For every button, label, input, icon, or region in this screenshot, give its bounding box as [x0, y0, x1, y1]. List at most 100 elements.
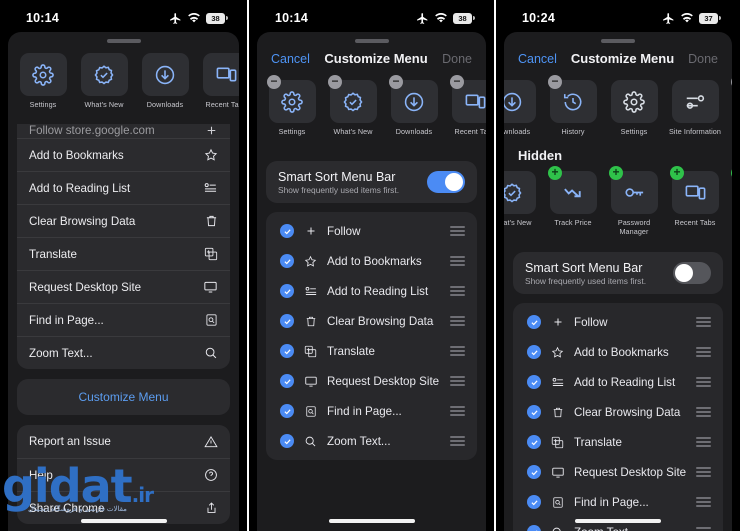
icon-cell-downloads[interactable]: Downloads	[139, 53, 191, 118]
icon-cell-downloads[interactable]: − Downloads	[504, 80, 538, 136]
icon-cell-reading-list[interactable]: + Reading List	[730, 166, 732, 236]
remove-badge-icon[interactable]: −	[731, 75, 732, 89]
zoom-text-icon	[303, 435, 318, 448]
add-badge-icon[interactable]: +	[609, 166, 623, 180]
icon-cell-recent-tabs[interactable]: − Recent Tabs	[449, 75, 486, 145]
add-badge-icon[interactable]: +	[731, 166, 732, 180]
smart-sort-toggle[interactable]	[673, 262, 711, 284]
menu-row-add-bookmarks[interactable]: Add to Bookmarks	[17, 138, 230, 171]
icon-cell-whats-new[interactable]: What's New	[504, 171, 538, 236]
icon-label: Settings	[620, 127, 648, 136]
drag-handle-icon[interactable]	[450, 256, 465, 266]
menu-row-follow[interactable]: Follow store.google.com	[17, 124, 230, 138]
icon-cell-settings[interactable]: Settings	[17, 53, 69, 118]
cancel-button[interactable]: Cancel	[271, 52, 310, 66]
drag-handle-icon[interactable]	[696, 437, 711, 447]
menu-row-translate[interactable]: Translate	[17, 237, 230, 270]
drag-handle-icon[interactable]	[696, 467, 711, 477]
list-item[interactable]: Add to Reading List	[513, 367, 723, 397]
checkbox-checked-icon[interactable]	[280, 404, 294, 418]
drag-handle-icon[interactable]	[696, 407, 711, 417]
icon-cell-whats-new[interactable]: − What's New	[327, 75, 379, 145]
icon-cell-site-information[interactable]: Site Information	[669, 80, 721, 136]
checkbox-checked-icon[interactable]	[527, 315, 541, 329]
list-item-label: Zoom Text...	[574, 526, 687, 531]
list-item[interactable]: Add to Bookmarks	[266, 246, 477, 276]
list-item[interactable]: Zoom Text...	[266, 426, 477, 456]
icon-cell-password-manager[interactable]: + Password Manager	[608, 166, 660, 236]
remove-badge-icon[interactable]: −	[328, 75, 342, 89]
checkbox-checked-icon[interactable]	[280, 374, 294, 388]
remove-badge-icon[interactable]: −	[389, 75, 403, 89]
translate-icon	[550, 436, 565, 449]
icon-cell-bookmarks[interactable]: − Bookmarks	[730, 75, 732, 136]
airplane-icon	[170, 12, 181, 24]
drag-handle-icon[interactable]	[450, 346, 465, 356]
icon-cell-downloads[interactable]: − Downloads	[388, 75, 440, 145]
icon-cell-track-price[interactable]: + Track Price	[547, 166, 599, 236]
drag-handle-icon[interactable]	[696, 377, 711, 387]
smart-sort-title: Smart Sort Menu Bar	[278, 169, 396, 184]
icon-cell-settings[interactable]: − Settings	[266, 75, 318, 145]
checkbox-checked-icon[interactable]	[527, 465, 541, 479]
remove-badge-icon[interactable]: −	[548, 75, 562, 89]
menu-row-report-issue[interactable]: Report an Issue	[17, 425, 230, 458]
checkbox-checked-icon[interactable]	[280, 254, 294, 268]
checkbox-checked-icon[interactable]	[280, 284, 294, 298]
menu-row-find-in-page[interactable]: Find in Page...	[17, 303, 230, 336]
smart-sort-toggle[interactable]	[427, 171, 465, 193]
list-item[interactable]: Find in Page...	[266, 396, 477, 426]
menu-row-clear-browsing-data[interactable]: Clear Browsing Data	[17, 204, 230, 237]
cancel-button[interactable]: Cancel	[518, 52, 557, 66]
remove-badge-icon[interactable]: −	[450, 75, 464, 89]
list-item[interactable]: Add to Bookmarks	[513, 337, 723, 367]
icon-cell-settings[interactable]: Settings	[608, 80, 660, 136]
remove-badge-icon[interactable]: −	[267, 75, 281, 89]
menu-row-zoom-text[interactable]: Zoom Text...	[17, 336, 230, 369]
checkbox-checked-icon[interactable]	[527, 375, 541, 389]
drag-handle-icon[interactable]	[450, 316, 465, 326]
menu-row-add-reading-list[interactable]: Add to Reading List	[17, 171, 230, 204]
checkbox-checked-icon[interactable]	[280, 434, 294, 448]
checkbox-checked-icon[interactable]	[280, 314, 294, 328]
drag-handle-icon[interactable]	[696, 527, 711, 531]
list-item[interactable]: Clear Browsing Data	[266, 306, 477, 336]
done-button[interactable]: Done	[442, 52, 472, 66]
drag-handle-icon[interactable]	[696, 497, 711, 507]
list-item[interactable]: Follow	[266, 216, 477, 246]
list-item[interactable]: Request Desktop Site	[513, 457, 723, 487]
checkbox-checked-icon[interactable]	[280, 344, 294, 358]
checkbox-checked-icon[interactable]	[527, 345, 541, 359]
add-badge-icon[interactable]: +	[670, 166, 684, 180]
list-item[interactable]: Find in Page...	[513, 487, 723, 517]
list-item[interactable]: Translate	[266, 336, 477, 366]
list-item[interactable]: Clear Browsing Data	[513, 397, 723, 427]
checkbox-checked-icon[interactable]	[527, 525, 541, 531]
drag-handle-icon[interactable]	[450, 376, 465, 386]
drag-handle-icon[interactable]	[450, 226, 465, 236]
list-item[interactable]: Request Desktop Site	[266, 366, 477, 396]
list-item[interactable]: Add to Reading List	[266, 276, 477, 306]
status-indicators: 37	[662, 12, 721, 25]
menu-row-request-desktop-site[interactable]: Request Desktop Site	[17, 270, 230, 303]
menu-row-help[interactable]: Help	[17, 458, 230, 491]
checkbox-checked-icon[interactable]	[527, 435, 541, 449]
checkbox-checked-icon[interactable]	[280, 224, 294, 238]
drag-handle-icon[interactable]	[696, 317, 711, 327]
checkbox-checked-icon[interactable]	[527, 405, 541, 419]
done-button[interactable]: Done	[688, 52, 718, 66]
icon-cell-recent-tabs[interactable]: Recent Tabs	[200, 53, 239, 118]
add-badge-icon[interactable]: +	[548, 166, 562, 180]
battery-level: 37	[704, 13, 713, 23]
icon-cell-whats-new[interactable]: What's New	[78, 53, 130, 118]
icon-cell-recent-tabs[interactable]: + Recent Tabs	[669, 166, 721, 236]
drag-handle-icon[interactable]	[450, 286, 465, 296]
list-item[interactable]: Follow	[513, 307, 723, 337]
checkbox-checked-icon[interactable]	[527, 495, 541, 509]
list-item[interactable]: Translate	[513, 427, 723, 457]
drag-handle-icon[interactable]	[450, 406, 465, 416]
customize-menu-button[interactable]: Customize Menu	[17, 379, 230, 415]
drag-handle-icon[interactable]	[450, 436, 465, 446]
drag-handle-icon[interactable]	[696, 347, 711, 357]
icon-cell-history[interactable]: − History	[547, 75, 599, 136]
